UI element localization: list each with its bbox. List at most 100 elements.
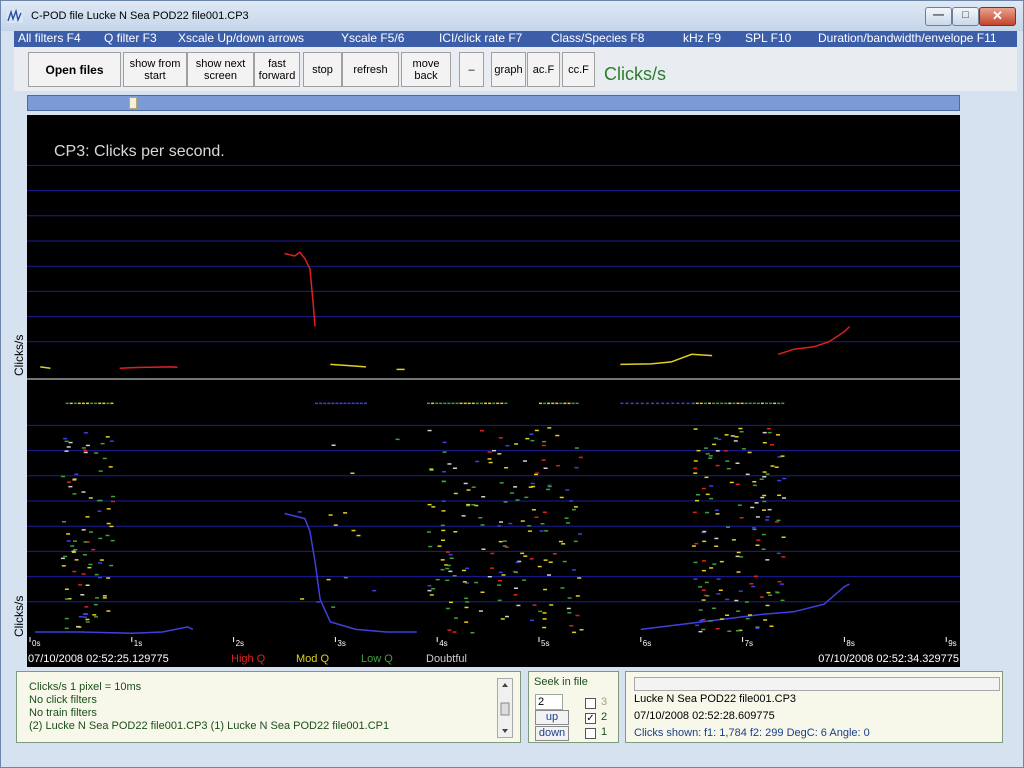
scroll-thumb[interactable]: [129, 97, 137, 109]
click-dot: [331, 606, 336, 608]
click-dot: [543, 588, 548, 591]
click-dot: [497, 525, 502, 527]
click-dot: [559, 496, 564, 499]
dash-button[interactable]: –: [459, 52, 484, 87]
click-dot: [513, 594, 518, 596]
close-button[interactable]: ✕: [979, 7, 1016, 26]
fast-forward-button[interactable]: fast forward: [254, 52, 300, 87]
close-icon: ✕: [992, 8, 1003, 23]
title-bar[interactable]: C-POD file Lucke N Sea POD22 file001.CP3…: [1, 1, 1023, 31]
click-dot: [699, 619, 704, 622]
click-dot: [701, 569, 706, 572]
click-dot: [537, 565, 542, 568]
click-dot: [704, 476, 709, 479]
minimize-button[interactable]: —: [925, 7, 952, 26]
click-dot: [765, 604, 770, 607]
click-dot: [535, 472, 540, 474]
open-files-button[interactable]: Open files: [28, 52, 121, 87]
click-dot: [739, 517, 744, 519]
file3-checkbox[interactable]: [585, 698, 596, 709]
seek-input[interactable]: [535, 694, 563, 710]
click-dot: [577, 577, 582, 579]
time-scrollbar[interactable]: [27, 95, 960, 111]
click-dot: [734, 436, 739, 438]
info-scrollbar[interactable]: [497, 678, 513, 738]
click-dot: [102, 595, 107, 597]
click-dot: [111, 495, 115, 498]
click-dot: [696, 494, 700, 496]
click-dot: [738, 427, 743, 430]
click-dot: [762, 476, 767, 478]
stop-button[interactable]: stop: [303, 52, 342, 87]
mode-title: Clicks/s: [604, 64, 666, 84]
seek-down-button[interactable]: down: [535, 726, 569, 741]
maximize-button[interactable]: □: [952, 7, 979, 26]
top-band-dot: [555, 402, 559, 405]
click-dot: [441, 529, 446, 532]
click-dot: [109, 564, 114, 567]
click-dot: [523, 460, 527, 462]
click-dot: [534, 473, 538, 476]
click-dot: [574, 466, 579, 469]
refresh-button[interactable]: refresh: [342, 52, 399, 87]
click-dot: [106, 508, 111, 510]
click-dot: [435, 578, 440, 581]
click-dot: [569, 500, 574, 502]
click-dot: [698, 609, 703, 611]
top-band-dot: [65, 402, 69, 405]
click-dot: [85, 618, 90, 621]
top-band-dot: [543, 402, 547, 405]
click-dot: [91, 548, 96, 551]
show-from-start-button[interactable]: show from start: [123, 52, 187, 87]
click-dot: [497, 584, 502, 586]
click-dot: [525, 437, 530, 440]
click-dot: [100, 442, 105, 445]
acf-button[interactable]: ac.F: [527, 52, 560, 87]
click-dot: [565, 489, 570, 491]
click-dot: [736, 551, 741, 554]
click-dot: [524, 496, 529, 499]
click-dot: [777, 479, 782, 482]
click-dot: [759, 596, 764, 598]
menu-class-species[interactable]: Class/Species F8: [551, 31, 644, 45]
top-band-dot: [559, 402, 563, 405]
top-band-dot: [98, 402, 102, 405]
click-dot: [453, 467, 457, 469]
menu-xscale[interactable]: Xscale Up/down arrows: [178, 31, 304, 45]
file2-checkbox[interactable]: ✓: [585, 713, 596, 724]
click-dot: [490, 552, 495, 555]
click-dot: [463, 482, 468, 485]
click-dot: [709, 567, 714, 569]
x-tick-label: 2s: [235, 639, 245, 648]
click-dot: [508, 522, 513, 525]
graph-button[interactable]: graph: [491, 52, 526, 87]
click-dot: [547, 484, 552, 487]
file2-label: 2: [601, 711, 608, 723]
menu-q-filter[interactable]: Q filter F3: [104, 31, 157, 45]
menu-ici-click-rate[interactable]: ICI/click rate F7: [439, 31, 522, 45]
menu-yscale[interactable]: Yscale F5/6: [341, 31, 404, 45]
move-back-button[interactable]: move back: [401, 52, 451, 87]
click-dot: [498, 437, 503, 439]
plot-area[interactable]: CP3: Clicks per second. 800/s700/s600/s5…: [27, 115, 960, 651]
click-dot: [480, 430, 484, 432]
click-dot: [498, 571, 503, 574]
top-band-dot: [90, 402, 94, 405]
click-dot: [543, 467, 548, 469]
file1-checkbox[interactable]: [585, 728, 596, 739]
menu-all-filters[interactable]: All filters F4: [18, 31, 81, 45]
click-dot: [81, 529, 86, 531]
click-dot: [530, 482, 535, 485]
ccf-button[interactable]: cc.F: [562, 52, 595, 87]
click-dot: [523, 555, 528, 557]
top-band-dot: [480, 402, 483, 405]
click-dot: [462, 569, 466, 572]
click-dot: [474, 581, 479, 584]
seek-up-button[interactable]: up: [535, 710, 569, 725]
click-dot: [81, 573, 86, 575]
show-next-screen-button[interactable]: show next screen: [187, 52, 254, 87]
menu-duration-bandwidth[interactable]: Duration/bandwidth/envelope F11: [818, 31, 997, 45]
lower-y-axis-label: Clicks/s: [12, 595, 26, 637]
menu-spl[interactable]: SPL F10: [745, 31, 791, 45]
menu-khz[interactable]: kHz F9: [683, 31, 721, 45]
